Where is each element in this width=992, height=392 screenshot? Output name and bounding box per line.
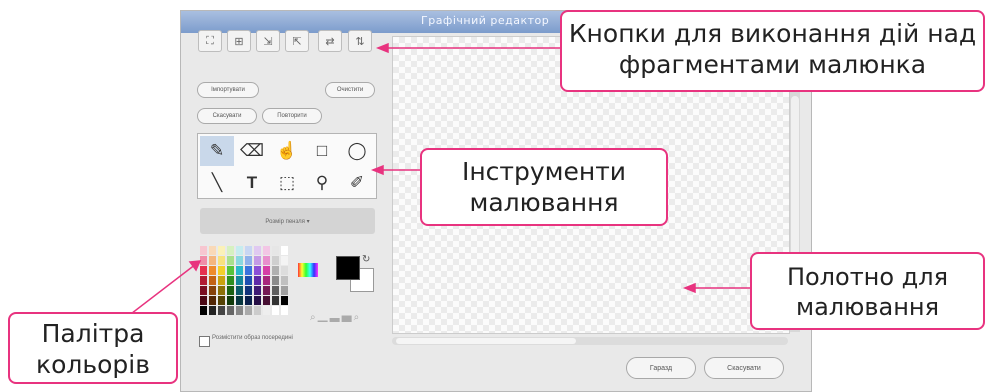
- callout-drawing-tools: Інструменти малювання: [420, 148, 668, 226]
- callout-palette: Палітра кольорів: [8, 312, 178, 384]
- arrowhead-canvas: [682, 282, 696, 294]
- arrowhead-tools: [370, 164, 384, 176]
- callout-action-buttons: Кнопки для виконання дій над фрагментами…: [560, 10, 985, 92]
- arrowhead-palette: [188, 260, 202, 272]
- callout-canvas: Полотно для малювання: [750, 252, 985, 330]
- arrowhead-action-buttons: [375, 42, 389, 54]
